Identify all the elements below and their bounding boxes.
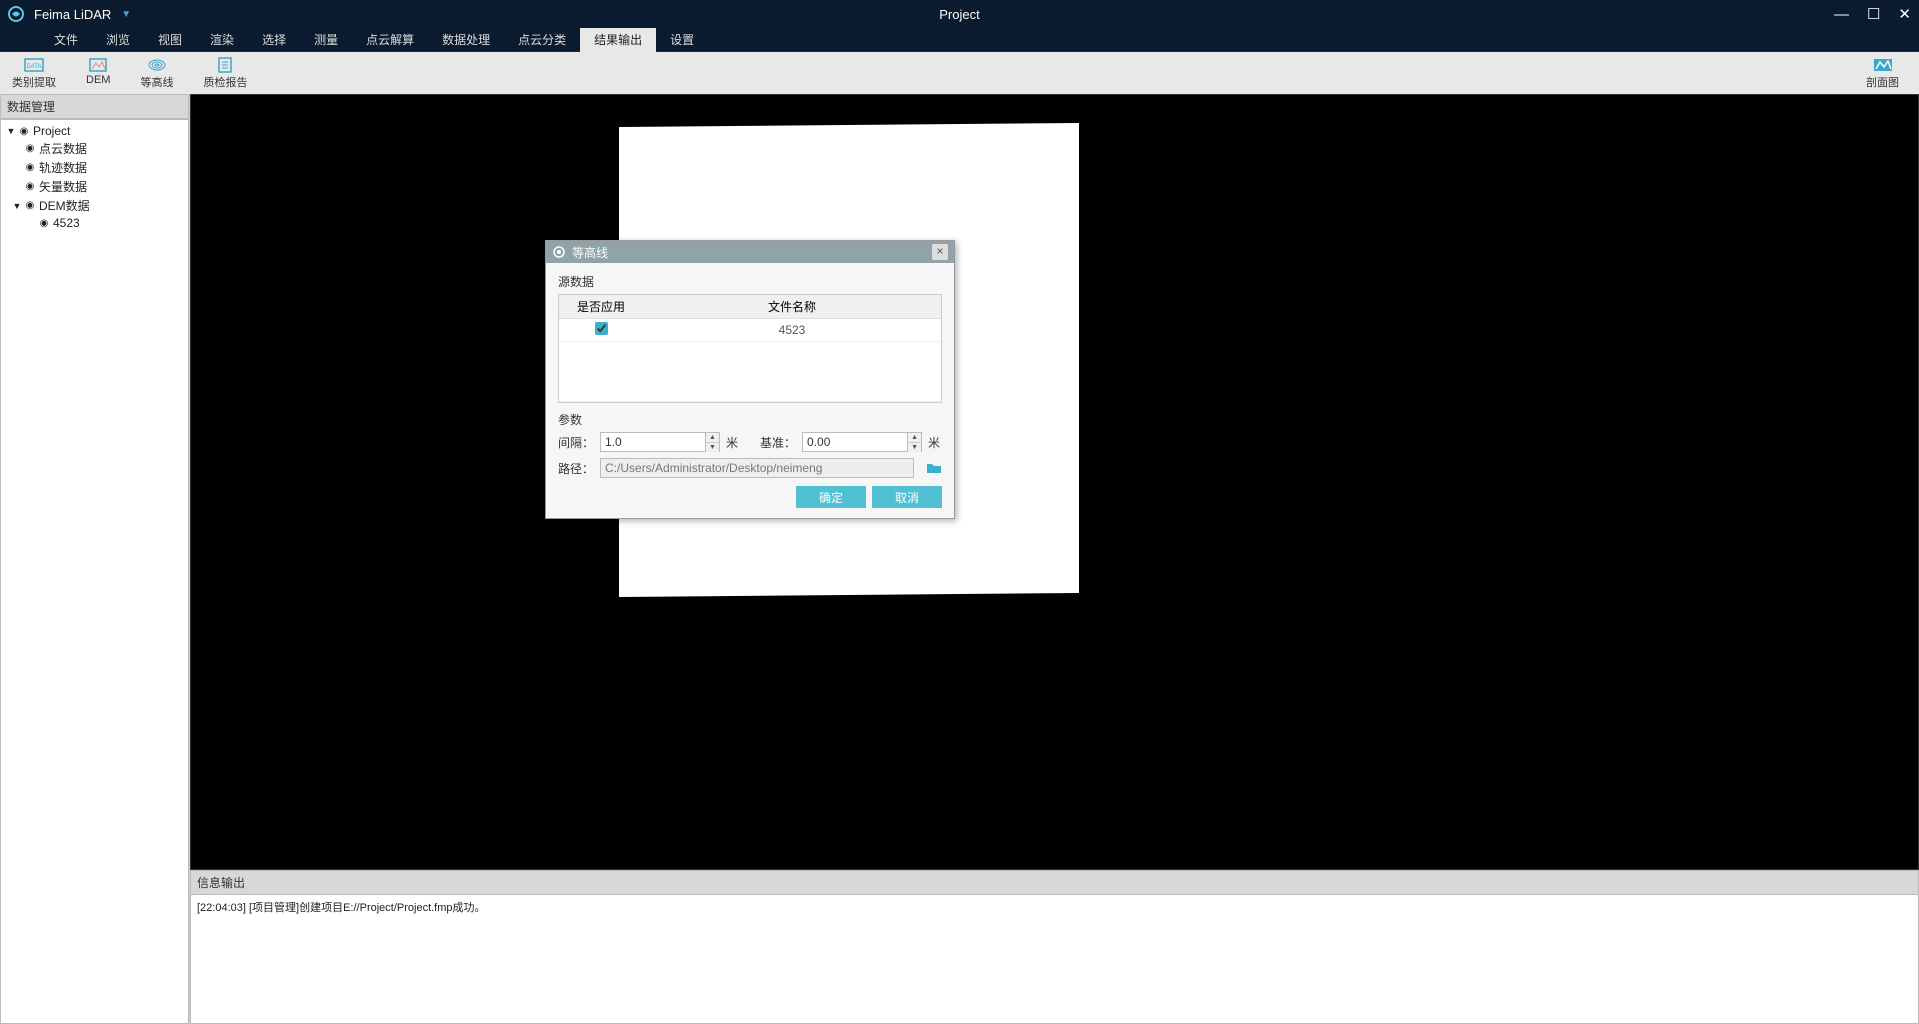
toolbar-label: 等高线 — [140, 74, 173, 90]
app-name: Feima LiDAR — [34, 7, 111, 22]
interval-spinner[interactable]: ▲▼ — [706, 432, 720, 452]
toolbar-label: 类别提取 — [12, 74, 56, 90]
menu-view[interactable]: 视图 — [144, 27, 196, 52]
close-icon[interactable]: ✕ — [1898, 7, 1911, 22]
log-panel: 信息输出 [22:04:03] [项目管理]创建项目E://Project/Pr… — [190, 870, 1919, 1024]
svg-text:DATA: DATA — [26, 64, 41, 70]
params-label: 参数 — [558, 411, 942, 428]
window-title: Project — [939, 7, 979, 22]
browse-folder-icon[interactable] — [926, 461, 942, 475]
toolbar-section-button[interactable]: 剖面图 — [1866, 56, 1899, 90]
log-title: 信息输出 — [191, 871, 1918, 895]
file-cell: 4523 — [643, 319, 941, 342]
cancel-button[interactable]: 取消 — [872, 486, 942, 508]
path-input[interactable] — [600, 458, 914, 478]
menu-browse[interactable]: 浏览 — [92, 27, 144, 52]
apply-checkbox[interactable] — [595, 322, 608, 335]
col-apply: 是否应用 — [559, 295, 643, 319]
toolbar-label: 质检报告 — [203, 74, 247, 90]
dialog-title-text: 等高线 — [572, 244, 608, 261]
menu-result-output[interactable]: 结果输出 — [580, 27, 656, 52]
base-unit: 米 — [928, 434, 940, 451]
menu-select[interactable]: 选择 — [248, 27, 300, 52]
dialog-titlebar[interactable]: 等高线 × — [546, 241, 954, 263]
tree-pointcloud[interactable]: ◉ 点云数据 — [5, 139, 184, 158]
menu-render[interactable]: 渲染 — [196, 27, 248, 52]
app-dropdown-icon[interactable]: ▼ — [121, 9, 131, 20]
menu-settings[interactable]: 设置 — [656, 27, 708, 52]
source-data-label: 源数据 — [558, 273, 942, 290]
path-label: 路径： — [558, 460, 594, 477]
dialog-close-icon[interactable]: × — [932, 244, 948, 260]
toolbar-extract-button[interactable]: DATA 类别提取 — [12, 56, 56, 90]
menu-pointcloud-classify[interactable]: 点云分类 — [504, 27, 580, 52]
tree-project[interactable]: ▼◉ Project — [5, 123, 184, 139]
toolbar-report-button[interactable]: 质检报告 — [203, 56, 247, 90]
ok-button[interactable]: 确定 — [796, 486, 866, 508]
app-logo-icon — [6, 4, 26, 24]
sidebar-title: 数据管理 — [0, 94, 189, 119]
toolbar-label: 剖面图 — [1866, 74, 1899, 90]
tree-trajectory[interactable]: ◉ 轨迹数据 — [5, 158, 184, 177]
log-entry: [22:04:03] [项目管理]创建项目E://Project/Project… — [191, 895, 1918, 919]
data-tree[interactable]: ▼◉ Project ◉ 点云数据 ◉ 轨迹数据 ◉ 矢量数据 ▼◉ DEM数据… — [0, 119, 189, 1024]
report-icon — [214, 56, 236, 74]
table-row[interactable]: 4523 — [559, 319, 941, 342]
tree-dem[interactable]: ▼◉ DEM数据 — [5, 196, 184, 215]
base-label: 基准： — [760, 434, 796, 451]
menu-data-process[interactable]: 数据处理 — [428, 27, 504, 52]
section-icon — [1872, 56, 1894, 74]
dem-icon — [87, 56, 109, 74]
data-icon: DATA — [23, 56, 45, 74]
base-input[interactable] — [802, 432, 908, 452]
toolbar-dem-button[interactable]: DEM — [86, 56, 110, 90]
menu-measure[interactable]: 测量 — [300, 27, 352, 52]
interval-label: 间隔： — [558, 434, 594, 451]
menu-pointcloud-calc[interactable]: 点云解算 — [352, 27, 428, 52]
source-table: 是否应用 文件名称 4523 — [558, 294, 942, 403]
interval-input[interactable] — [600, 432, 706, 452]
tree-dem-item[interactable]: ◉ 4523 — [5, 215, 184, 231]
contour-icon — [146, 56, 168, 74]
menu-bar: 文件 浏览 视图 渲染 选择 测量 点云解算 数据处理 点云分类 结果输出 设置 — [0, 28, 1919, 52]
base-spinner[interactable]: ▲▼ — [908, 432, 922, 452]
title-bar: Feima LiDAR ▼ Project — ☐ ✕ — [0, 0, 1919, 28]
contour-dialog: 等高线 × 源数据 是否应用 文件名称 4523 参数 间隔： — [545, 240, 955, 519]
maximize-icon[interactable]: ☐ — [1867, 7, 1880, 22]
dialog-logo-icon — [552, 245, 566, 259]
minimize-icon[interactable]: — — [1834, 7, 1849, 22]
sidebar: 数据管理 ▼◉ Project ◉ 点云数据 ◉ 轨迹数据 ◉ 矢量数据 ▼◉ … — [0, 94, 190, 1024]
toolbar-label: DEM — [86, 74, 110, 86]
toolbar-contour-button[interactable]: 等高线 — [140, 56, 173, 90]
tree-vector[interactable]: ◉ 矢量数据 — [5, 177, 184, 196]
col-filename: 文件名称 — [643, 295, 941, 319]
toolbar: DATA 类别提取 DEM 等高线 质检报告 剖面图 — [0, 52, 1919, 94]
viewport-3d[interactable] — [190, 94, 1919, 870]
menu-file[interactable]: 文件 — [40, 27, 92, 52]
interval-unit: 米 — [726, 434, 738, 451]
